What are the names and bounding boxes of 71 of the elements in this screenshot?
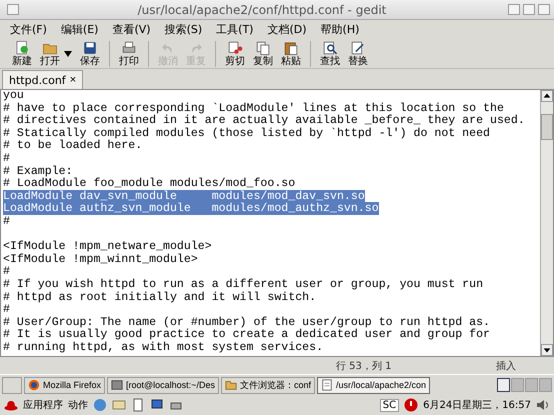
taskbar-window-button[interactable]: 文件浏览器：conf (220, 376, 315, 394)
panel-menu[interactable]: 动作 (68, 398, 88, 412)
pen-on-page-icon (350, 40, 366, 56)
clipboard-icon (283, 40, 299, 56)
window-icon (320, 379, 333, 391)
show-desktop-button[interactable] (2, 376, 22, 394)
copy-pages-icon (255, 40, 271, 56)
window-icon (224, 379, 237, 391)
alert-icon[interactable] (404, 398, 418, 412)
toolbar-button[interactable]: 查找 (316, 40, 344, 67)
menu-item[interactable]: 帮助(H) (314, 21, 366, 38)
code-line: # If you wish httpd to run as a different user or group, you must run (3, 278, 484, 291)
toolbar-button[interactable]: 复制 (249, 40, 277, 67)
code-line: # (3, 265, 10, 278)
speaker-icon[interactable] (536, 398, 550, 412)
document-icon[interactable] (131, 398, 145, 412)
code-line: # (3, 214, 10, 228)
code-line: # to be loaded here. (3, 139, 142, 152)
code-line: you (3, 90, 24, 102)
menu-item[interactable]: 查看(V) (106, 21, 157, 38)
code-line: # have to place corresponding `LoadModule' lines at this location so the (3, 102, 504, 115)
toolbar-button[interactable]: 粘贴 (277, 40, 305, 67)
close-tab-button[interactable]: × (70, 74, 76, 86)
scrollbar-thumb[interactable] (541, 114, 553, 140)
toolbar-button[interactable]: 打开 (36, 40, 64, 67)
window-icon (28, 379, 40, 391)
vertical-scrollbar[interactable] (540, 90, 553, 356)
magnifier-icon (322, 40, 338, 56)
code-line: # (3, 152, 10, 165)
toolbar-button[interactable]: 保存 (76, 40, 104, 67)
menu-item[interactable]: 编辑(E) (54, 21, 104, 38)
window-menu-button[interactable] (7, 4, 19, 15)
window-title: /usr/local/apache2/conf/httpd.conf - gedit (136, 2, 388, 16)
input-method-indicator[interactable]: SC (380, 398, 400, 412)
dropdown-caret-icon[interactable] (64, 50, 72, 56)
toolbar-button[interactable]: 新建 (8, 40, 36, 67)
toolbar-button[interactable]: 剪切 (221, 40, 249, 67)
code-line: # (3, 303, 10, 316)
minimize-button[interactable] (508, 4, 520, 15)
code-line: # Example: (3, 164, 73, 178)
new-document-icon (14, 40, 30, 56)
code-line: # Statically compiled modules (those listed by `httpd -l') do not need (3, 126, 490, 140)
cursor-position: 行 53，列 1 (336, 360, 392, 372)
window-icon (111, 379, 124, 391)
taskbar-window-button[interactable]: /usr/local/apache2/con (316, 376, 430, 394)
code-line: # LoadModule foo_module modules/mod_foo.so (3, 177, 296, 190)
hat-icon[interactable] (4, 398, 18, 412)
code-line: <IfModule !mpm_netware_module> (3, 240, 212, 254)
code-line: # It is usually good practice to create a dedicated user and group for (3, 328, 490, 342)
toolbar-button[interactable]: 替换 (344, 40, 372, 67)
text-editor[interactable] (0, 89, 554, 357)
insert-mode: 插入 (496, 360, 517, 372)
code-line: <IfModule !mpm_winnt_module> (3, 252, 198, 266)
toolbar-button[interactable]: 打印 (115, 40, 143, 67)
taskbar-window-button[interactable]: [root@localhost:~/Des (107, 376, 219, 394)
menu-item[interactable]: 搜索(S) (158, 21, 208, 38)
document-tab[interactable]: httpd.conf × (2, 70, 84, 89)
menu-item[interactable]: 文档(D) (261, 21, 313, 38)
taskbar-window-button[interactable]: Mozilla Firefox (24, 376, 106, 394)
code-line: # running httpd, as with most system services. (3, 340, 324, 354)
code-line: # User/Group: The name (or #number) of the user/group to run httpd as. (3, 316, 490, 329)
code-line: # httpd as root initially and it will switch. (3, 290, 316, 304)
tab-label: httpd.conf (9, 74, 66, 86)
panel-menu[interactable]: 应用程序 (23, 398, 63, 412)
clock[interactable]: 6月24日星期三，16:57 (423, 398, 531, 412)
close-button[interactable] (538, 4, 550, 15)
menu-item[interactable]: 工具(T) (210, 21, 260, 38)
workspace-button[interactable] (497, 378, 510, 392)
code-line: # directives contained in it are actually available _before_ they are used. (3, 114, 525, 128)
maximize-button[interactable] (523, 4, 535, 15)
menu-item[interactable]: 文件(F) (4, 21, 53, 38)
